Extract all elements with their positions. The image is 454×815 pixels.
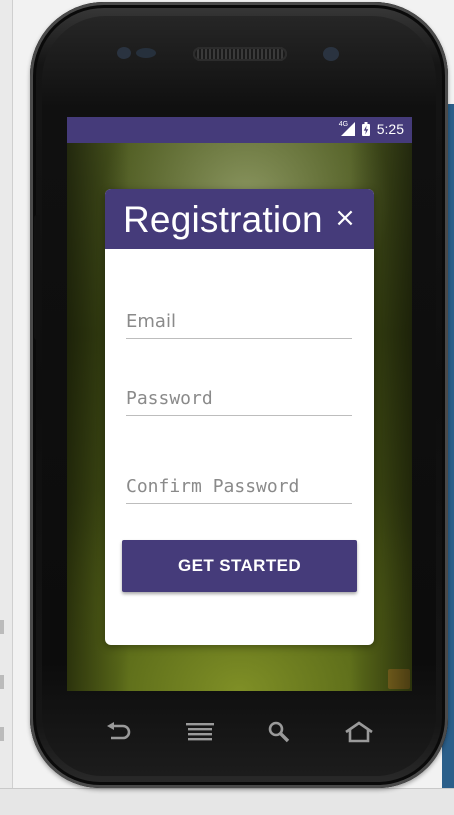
email-field-wrapper bbox=[126, 311, 352, 339]
ide-marker bbox=[0, 675, 4, 689]
search-icon[interactable] bbox=[262, 715, 296, 749]
front-camera bbox=[323, 47, 339, 61]
volume-button[interactable] bbox=[34, 215, 40, 340]
password-field[interactable] bbox=[126, 388, 352, 416]
status-time: 5:25 bbox=[376, 121, 404, 137]
menu-icon[interactable] bbox=[183, 715, 217, 749]
password-field-wrapper bbox=[126, 388, 352, 416]
proximity-sensor bbox=[117, 47, 131, 59]
ide-marker bbox=[0, 620, 4, 634]
dialog-title: Registration bbox=[123, 199, 323, 240]
close-icon[interactable]: × bbox=[334, 203, 356, 233]
light-sensor bbox=[136, 48, 156, 58]
status-bar: 4G 5:25 bbox=[67, 117, 412, 143]
ide-bottom-bar bbox=[0, 788, 454, 815]
dialog-header: Registration × bbox=[105, 189, 374, 249]
battery-charging-icon bbox=[361, 122, 370, 136]
back-icon[interactable] bbox=[101, 715, 135, 749]
confirm-password-field[interactable] bbox=[126, 476, 352, 504]
confirm-password-field-wrapper bbox=[126, 476, 352, 504]
home-icon[interactable] bbox=[342, 715, 376, 749]
earpiece-speaker bbox=[193, 47, 287, 61]
cell-signal-icon: 4G bbox=[338, 121, 355, 136]
ide-left-toolbar bbox=[0, 0, 13, 815]
network-type-label: 4G bbox=[338, 121, 349, 128]
hardware-keys bbox=[0, 715, 454, 751]
email-field[interactable] bbox=[126, 311, 352, 339]
get-started-button[interactable]: GET STARTED bbox=[122, 540, 357, 592]
device-screen: 4G 5:25 Registration × Email GET STARTED bbox=[67, 117, 412, 691]
status-icons: 4G 5:25 bbox=[338, 121, 404, 137]
registration-dialog: Registration × GET STARTED bbox=[105, 189, 374, 645]
wallpaper-watermark bbox=[388, 669, 410, 689]
